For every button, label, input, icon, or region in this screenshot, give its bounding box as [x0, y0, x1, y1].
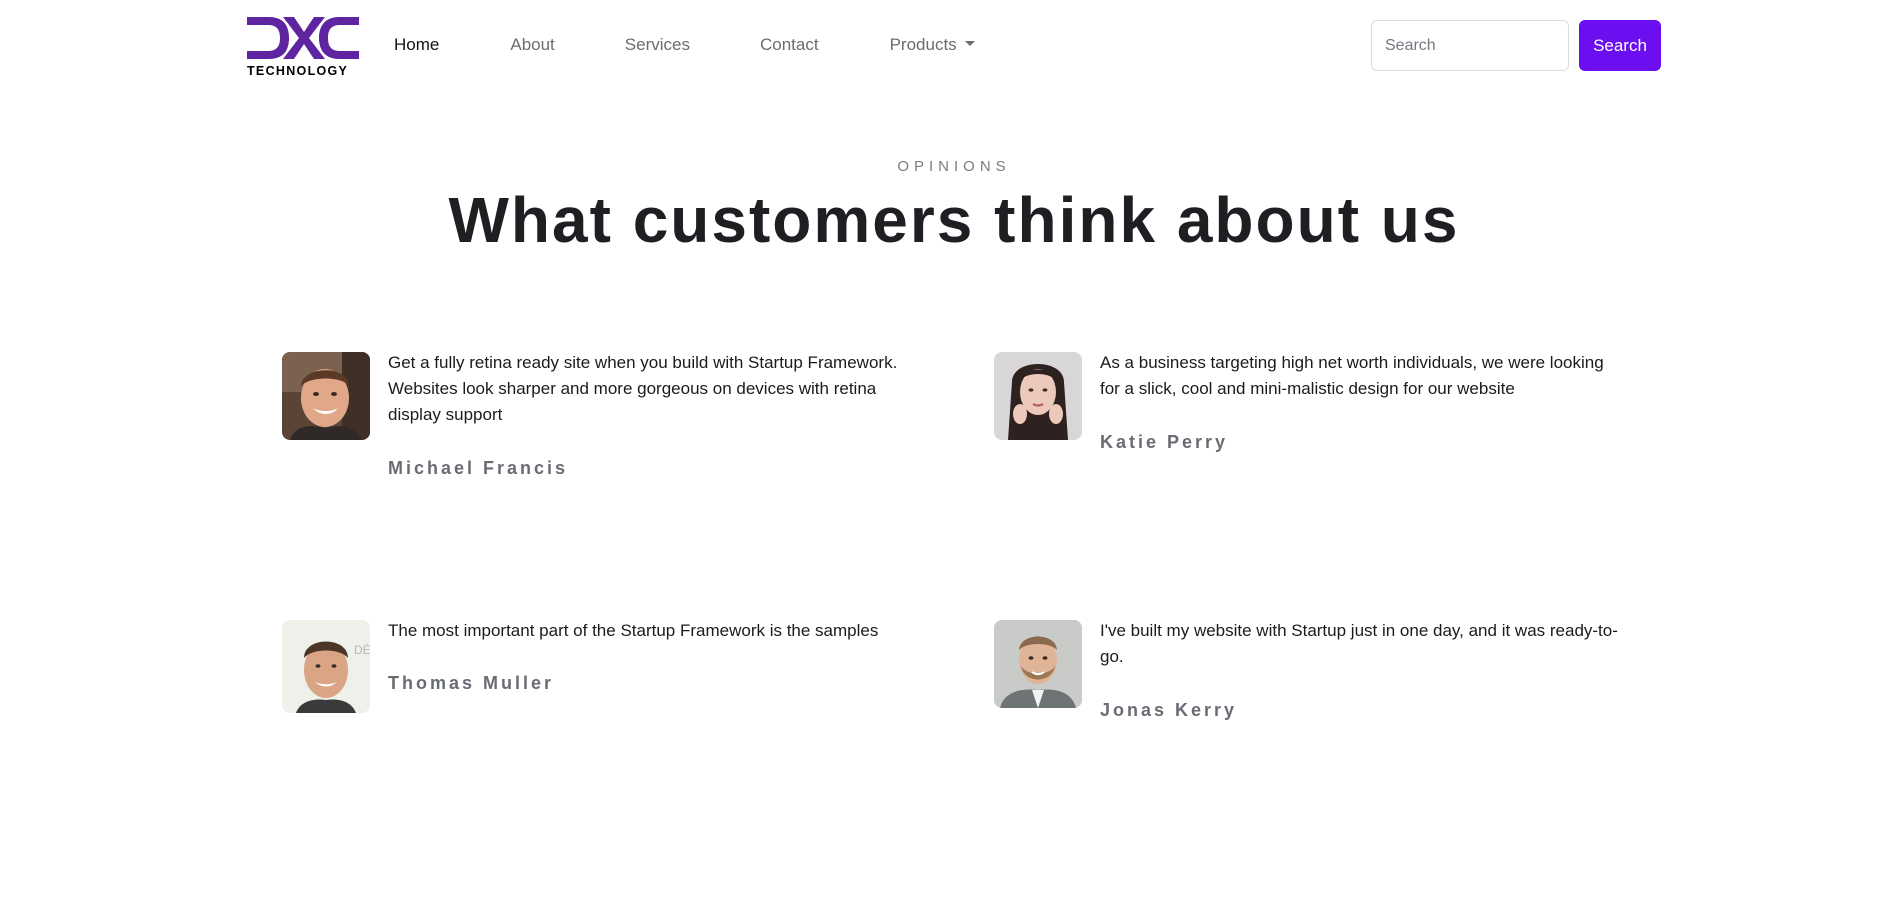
- nav-contact[interactable]: Contact: [760, 31, 819, 59]
- section-title: What customers think about us: [448, 184, 1460, 256]
- svg-text:DÉ: DÉ: [354, 642, 370, 657]
- testimonial-author: Thomas Muller: [388, 673, 555, 693]
- testimonial-quote: The most important part of the Startup F…: [388, 621, 879, 640]
- navbar: TECHNOLOGY Home About Services Contact P…: [0, 0, 1900, 90]
- section-eyebrow: OPINIONS: [897, 158, 1011, 175]
- testimonial-quote: Get a fully retina ready site when you b…: [388, 353, 898, 424]
- testimonial-quote: As a business targeting high net worth i…: [1100, 353, 1604, 398]
- woman-dark-hair-avatar: [994, 352, 1082, 440]
- logo-subtext: TECHNOLOGY: [247, 64, 349, 78]
- nav-about[interactable]: About: [510, 31, 554, 59]
- search-form: Search: [1371, 20, 1661, 71]
- testimonial-author: Michael Francis: [388, 458, 569, 478]
- testimonial-author: Katie Perry: [1100, 432, 1229, 452]
- dxc-logo[interactable]: TECHNOLOGY: [247, 15, 359, 78]
- testimonial-author: Jonas Kerry: [1100, 700, 1238, 720]
- man-smiling-avatar: [282, 352, 370, 440]
- nav-home[interactable]: Home: [394, 31, 439, 59]
- search-button[interactable]: Search: [1579, 20, 1661, 71]
- man-short-hair-avatar: DÉ: [282, 620, 370, 713]
- nav-services[interactable]: Services: [625, 31, 690, 59]
- nav-products-dropdown[interactable]: Products: [890, 31, 975, 59]
- nav-products-label: Products: [889, 35, 957, 54]
- man-beard-suit-avatar: [994, 620, 1082, 708]
- main-nav: Home About Services Contact Products: [394, 31, 975, 59]
- chevron-down-icon: [964, 41, 975, 47]
- search-input[interactable]: [1371, 20, 1569, 71]
- testimonial-quote: I've built my website with Startup just …: [1100, 621, 1618, 666]
- dxc-logo-icon: [247, 17, 359, 59]
